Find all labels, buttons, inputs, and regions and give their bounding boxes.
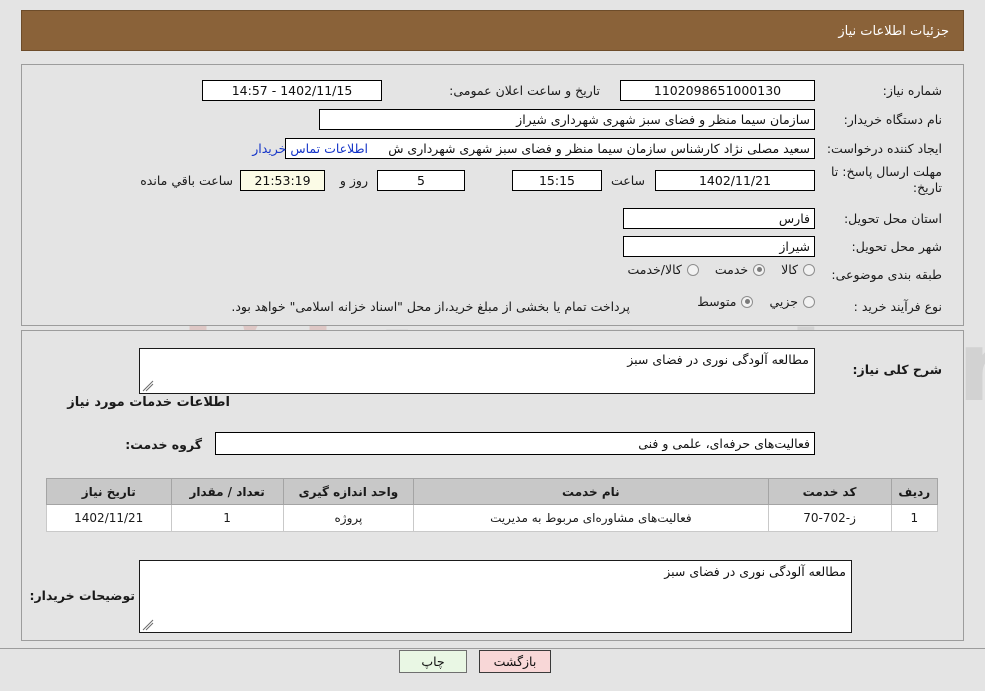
resize-grip-icon xyxy=(142,619,154,631)
buyer-org-label: نام دستگاه خریدار: xyxy=(843,112,942,127)
subject-class-option-khedmat[interactable]: خدمت xyxy=(715,262,766,277)
column-header-unit: واحد اندازه گیری xyxy=(282,478,415,505)
cell-row: 1 xyxy=(890,504,939,532)
buyer-notes-value: مطالعه آلودگی نوری در فضای سبز xyxy=(664,564,846,579)
buyer-notes-textarea[interactable]: مطالعه آلودگی نوری در فضای سبز xyxy=(139,560,852,633)
service-group-label: گروه خدمت: xyxy=(125,437,202,452)
remaining-countdown: 21:53:19 xyxy=(240,170,325,191)
radio-icon[interactable] xyxy=(803,295,815,308)
need-summary-panel xyxy=(21,64,964,326)
announce-datetime-label: تاریخ و ساعت اعلان عمومی: xyxy=(449,83,600,98)
remaining-days-suffix: روز و xyxy=(339,173,368,188)
table-header-row: ردیف کد خدمت نام خدمت واحد اندازه گیری ت… xyxy=(46,478,939,505)
buyer-contact-link[interactable]: اطلاعات تماس خریدار xyxy=(252,141,368,156)
purchase-type-note: پرداخت تمام یا بخشی از مبلغ خرید،از محل … xyxy=(231,299,630,314)
subject-class-option-kala[interactable]: کالا xyxy=(781,262,815,277)
footer-divider xyxy=(0,648,985,649)
delivery-province-value: فارس xyxy=(623,208,815,229)
cell-service-name: فعالیت‌های مشاوره‌ای مربوط به مدیریت xyxy=(413,504,769,532)
purchase-type-option-motevaset[interactable]: متوسط xyxy=(697,294,754,309)
radio-icon[interactable] xyxy=(741,295,754,308)
need-number-value: 1102098651000130 xyxy=(620,80,815,101)
general-desc-textarea[interactable]: مطالعه آلودگی نوری در فضای سبز xyxy=(139,348,815,394)
remaining-days: 5 xyxy=(377,170,465,191)
radio-icon[interactable] xyxy=(686,263,699,276)
subject-class-label: طبقه بندی موضوعی: xyxy=(831,267,942,282)
page-title: جزئیات اطلاعات نیاز xyxy=(838,24,949,39)
services-section-title: اطلاعات خدمات مورد نیاز xyxy=(67,395,230,410)
buyer-org-value: سازمان سیما منظر و فضای سبز شهری شهرداری… xyxy=(319,109,815,130)
need-number-label: شماره نیاز: xyxy=(882,83,942,98)
remaining-countdown-suffix: ساعت باقي مانده xyxy=(140,173,233,188)
column-header-need-date: تاریخ نیاز xyxy=(46,478,172,505)
cell-quantity: 1 xyxy=(170,504,284,532)
reply-deadline-hour-label: ساعت xyxy=(610,173,645,188)
reply-deadline-label-line1: مهلت ارسال پاسخ: تا xyxy=(831,164,942,179)
reply-deadline-date: 1402/11/21 xyxy=(655,170,815,191)
radio-icon[interactable] xyxy=(803,263,815,276)
announce-datetime-value: 1402/11/15 - 14:57 xyxy=(202,80,382,101)
cell-unit: پروژه xyxy=(282,504,415,532)
delivery-city-value: شیراز xyxy=(623,236,815,257)
subject-class-option-kala-khedmat[interactable]: کالا/خدمت xyxy=(627,262,699,277)
general-desc-label: شرح کلی نیاز: xyxy=(852,362,942,377)
delivery-city-label: شهر محل تحویل: xyxy=(851,239,942,254)
cell-need-date: 1402/11/21 xyxy=(46,504,172,532)
services-table: ردیف کد خدمت نام خدمت واحد اندازه گیری ت… xyxy=(46,478,939,532)
delivery-province-label: استان محل تحویل: xyxy=(843,211,942,226)
requester-label: ایجاد کننده درخواست: xyxy=(826,141,942,156)
column-header-service-code: کد خدمت xyxy=(767,478,892,505)
general-desc-value: مطالعه آلودگی نوری در فضای سبز xyxy=(627,352,809,367)
radio-icon[interactable] xyxy=(753,263,766,276)
resize-grip-icon xyxy=(142,380,154,392)
cell-service-code: ز-702-70 xyxy=(767,504,892,532)
page-header: جزئیات اطلاعات نیاز xyxy=(21,10,964,51)
buyer-notes-label: توضیحات خریدار: xyxy=(29,588,135,603)
service-group-value: فعالیت‌های حرفه‌ای، علمی و فنی xyxy=(215,432,815,455)
reply-deadline-hour: 15:15 xyxy=(512,170,602,191)
column-header-row: ردیف xyxy=(890,478,939,505)
column-header-quantity: تعداد / مقدار xyxy=(170,478,284,505)
subject-class-radio-group[interactable]: کالا خدمت کالا/خدمت xyxy=(611,262,815,277)
column-header-service-name: نام خدمت xyxy=(413,478,769,505)
purchase-type-label: نوع فرآیند خرید : xyxy=(853,299,942,314)
print-button[interactable]: چاپ xyxy=(399,650,467,673)
reply-deadline-label-line2: تاریخ: xyxy=(912,180,942,195)
table-row: 1 ز-702-70 فعالیت‌های مشاوره‌ای مربوط به… xyxy=(46,504,939,532)
purchase-type-option-jozei[interactable]: جزیي xyxy=(769,294,815,309)
purchase-type-radio-group[interactable]: جزیي متوسط xyxy=(681,294,815,309)
back-button[interactable]: بازگشت xyxy=(479,650,551,673)
